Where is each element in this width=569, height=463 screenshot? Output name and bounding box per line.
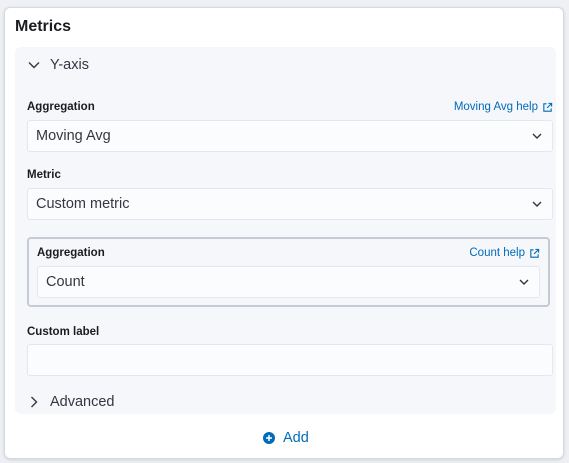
aggregation-label: Aggregation <box>27 101 95 113</box>
count-help-link[interactable]: Count help <box>469 247 540 259</box>
custom-metric-panel: Aggregation Count help Count <box>27 237 550 307</box>
metric-label: Metric <box>27 169 61 181</box>
chevron-down-icon <box>532 133 542 139</box>
metrics-panel: Metrics Y-axis Aggregation Moving Avg he… <box>4 7 564 459</box>
chevron-down-icon <box>532 201 542 207</box>
metric-select[interactable]: Custom metric <box>27 188 553 220</box>
aggregation-select-value: Moving Avg <box>36 128 111 144</box>
y-axis-group: Y-axis Aggregation Moving Avg help Movin… <box>15 47 556 414</box>
plus-circle-icon <box>263 432 275 444</box>
count-help-text: Count help <box>469 247 525 259</box>
chevron-right-icon <box>31 396 38 408</box>
aggregation-select[interactable]: Moving Avg <box>27 120 553 152</box>
advanced-title: Advanced <box>50 394 115 410</box>
add-metric-button[interactable]: Add <box>263 428 309 448</box>
chevron-down-icon <box>519 279 529 285</box>
moving-avg-help-text: Moving Avg help <box>453 101 538 113</box>
y-axis-title: Y-axis <box>50 57 89 73</box>
moving-avg-help-link[interactable]: Moving Avg help <box>454 101 553 113</box>
custom-metric-aggregation-select[interactable]: Count <box>37 266 540 298</box>
custom-metric-aggregation-label: Aggregation <box>37 247 105 259</box>
external-link-icon <box>530 248 540 258</box>
chevron-down-icon <box>28 62 40 69</box>
panel-title: Metrics <box>15 18 72 35</box>
metric-select-value: Custom metric <box>36 196 130 212</box>
custom-metric-aggregation-value: Count <box>46 274 85 290</box>
custom-label-label: Custom label <box>27 326 100 338</box>
custom-label-input[interactable] <box>27 344 553 376</box>
external-link-icon <box>543 102 553 112</box>
add-button-label: Add <box>283 430 309 446</box>
